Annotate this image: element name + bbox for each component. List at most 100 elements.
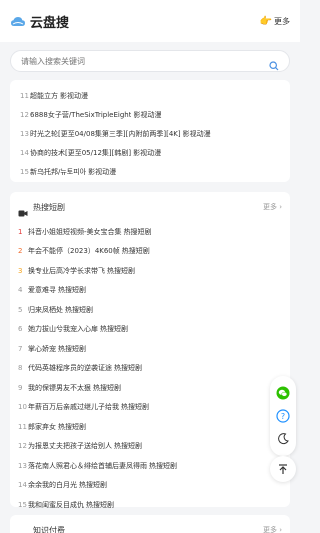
hot-drama-card: 热搜短剧 更多 › 1 抖音小姐姐短视频-美女宝合集 热搜短剧 2 年会不能停（2023… [10,192,290,509]
item-title: 年会不能停（2023）4K60帧 [28,247,120,256]
app-title: 云盘搜 [30,15,70,31]
rank-number: 12 [20,110,29,119]
rank-number: 7 [18,344,23,353]
item-category: 热搜短剧 [114,442,142,451]
wechat-icon[interactable] [276,386,290,400]
item-category: 热搜短剧 [121,403,149,412]
item-category: 热搜短剧 [58,286,86,295]
item-category: 热搜短剧 [100,325,128,334]
item-title: 超能立方 [30,91,58,100]
help-icon[interactable]: ? [276,409,290,423]
list-item[interactable]: 14 协商的技术[更至05/12集][韩剧] 影视动漫 [10,143,290,162]
item-title: 她力拔山兮我宠入心扉 [28,325,98,334]
drama-list-item[interactable]: 8 代码英雄程序员的逆袭证途 热搜短剧 [10,359,290,379]
drama-list-item[interactable]: 10 年薪百万后亲戚过继儿子给我 热搜短剧 [10,398,290,418]
knowledge-more-link[interactable]: 更多 › [263,525,282,533]
item-category: 影视动漫 [182,129,211,138]
list-item[interactable]: 11 超能立方 影视动漫 [10,86,290,105]
pointing-hand-icon: 👉 [259,15,272,27]
rank-number: 13 [20,129,29,138]
item-title: 掌心娇宠 [28,344,56,353]
rank-number: 1 [18,227,23,236]
moon-icon[interactable] [276,432,290,446]
item-title: 时光之轮[更至04/08集第三季][内附前两季][4K] [30,129,181,138]
item-category: 影视动漫 [88,167,117,176]
rank-number: 11 [20,91,29,100]
item-category: 影视动漫 [60,91,88,100]
app-header: 云盘搜 👉 更多 [0,0,300,42]
drama-list-item[interactable]: 15 我和闺蜜反目成仇 热搜短剧 [10,495,290,515]
item-category: 影视动漫 [133,148,162,157]
drama-list-item[interactable]: 14 余余我的白月光 热搜短剧 [10,476,290,496]
drama-list-item[interactable]: 5 归来凤栖处 热搜短剧 [10,300,290,320]
drama-list-item[interactable]: 9 我的保镖男友不太狠 热搜短剧 [10,378,290,398]
rank-number: 13 [18,461,27,470]
item-title: 归来凤栖处 [28,305,63,314]
item-category: 热搜短剧 [149,461,177,470]
video-camera-icon [18,203,28,216]
floating-toolbar: ? [270,376,296,456]
rank-number: 11 [18,422,27,431]
rank-number: 2 [18,247,23,256]
list-item[interactable]: 12 6888女子营/TheSixTripleEight 影视动漫 [10,105,290,124]
rank-number: 15 [20,167,29,176]
search-input[interactable] [21,56,269,66]
item-title: 我和闺蜜反目成仇 [28,500,84,509]
rank-number: 6 [18,325,23,334]
drama-list-item[interactable]: 1 抖音小姐姐短视频-美女宝合集 热搜短剧 [10,222,290,242]
cloud-logo-icon [10,14,26,28]
drama-list-item[interactable]: 13 落花南人照君心＆绯绘首辅后妻凤得雨 热搜短剧 [10,456,290,476]
item-title: 抖音小姐姐短视频-美女宝合集 [28,227,122,236]
search-icon[interactable] [269,56,279,71]
item-category: 热搜短剧 [121,247,150,256]
drama-list-item[interactable]: 6 她力拔山兮我宠入心扉 热搜短剧 [10,320,290,340]
back-to-top-button[interactable] [270,456,296,482]
item-category: 热搜短剧 [123,227,152,236]
hot-drama-list: 1 抖音小姐姐短视频-美女宝合集 热搜短剧 2 年会不能停（2023）4K60帧 热搜短剧… [10,222,290,515]
item-title: 6888女子营/TheSixTripleEight [30,110,132,119]
item-title: 余余我的白月光 [28,481,77,490]
list-item[interactable]: 15 新乌托邦/뉴토피아 影视动漫 [10,162,290,181]
item-title: 我的保镖男友不太狠 [28,383,91,392]
item-category: 热搜短剧 [93,383,121,392]
item-title: 换专业后高冷学长求带飞 [28,266,105,275]
arrow-up-icon [277,460,289,479]
item-title: 落花南人照君心＆绯绘首辅后妻凤得雨 [28,461,147,470]
item-category: 热搜短剧 [58,344,86,353]
hot-drama-more-link[interactable]: 更多 › [263,202,282,212]
item-title: 为报恩丈夫把孩子送给别人 [28,442,112,451]
item-category: 热搜短剧 [86,500,114,509]
rank-number: 14 [18,481,27,490]
more-link[interactable]: 👉 更多 [260,16,290,27]
video-camera-icon [18,526,28,533]
search-bar[interactable] [10,50,290,72]
item-title: 协商的技术[更至05/12集][韩剧] [30,148,132,157]
item-category: 热搜短剧 [58,422,86,431]
drama-list-item[interactable]: 3 换专业后高冷学长求带飞 热搜短剧 [10,261,290,281]
drama-list-item[interactable]: 4 爱意难寻 热搜短剧 [10,281,290,301]
knowledge-title: 知识付费 [33,525,65,533]
knowledge-card: 知识付费 更多 › [10,515,290,533]
item-title: 郎家弃女 [28,422,56,431]
rank-number: 5 [18,305,23,314]
item-category: 热搜短剧 [79,481,107,490]
item-category: 热搜短剧 [107,266,135,275]
drama-list-item[interactable]: 2 年会不能停（2023）4K60帧 热搜短剧 [10,242,290,262]
knowledge-header: 知识付费 更多 › [10,515,290,533]
rank-number: 9 [18,383,23,392]
list-item[interactable]: 13 时光之轮[更至04/08集第三季][内附前两季][4K] 影视动漫 [10,124,290,143]
top-list-card: 11 超能立方 影视动漫 12 6888女子营/TheSixTripleEigh… [10,80,290,182]
rank-number: 8 [18,364,23,373]
drama-list-item[interactable]: 7 掌心娇宠 热搜短剧 [10,339,290,359]
item-category: 热搜短剧 [114,364,142,373]
drama-list-item[interactable]: 12 为报恩丈夫把孩子送给别人 热搜短剧 [10,437,290,457]
hot-drama-title: 热搜短剧 [33,202,65,212]
hot-drama-header: 热搜短剧 更多 › [10,192,290,222]
rank-number: 12 [18,442,27,451]
rank-number: 10 [18,403,27,412]
drama-list-item[interactable]: 11 郎家弃女 热搜短剧 [10,417,290,437]
rank-number: 15 [18,500,27,509]
rank-number: 4 [18,286,23,295]
item-title: 爱意难寻 [28,286,56,295]
more-label: 更多 [274,16,290,26]
